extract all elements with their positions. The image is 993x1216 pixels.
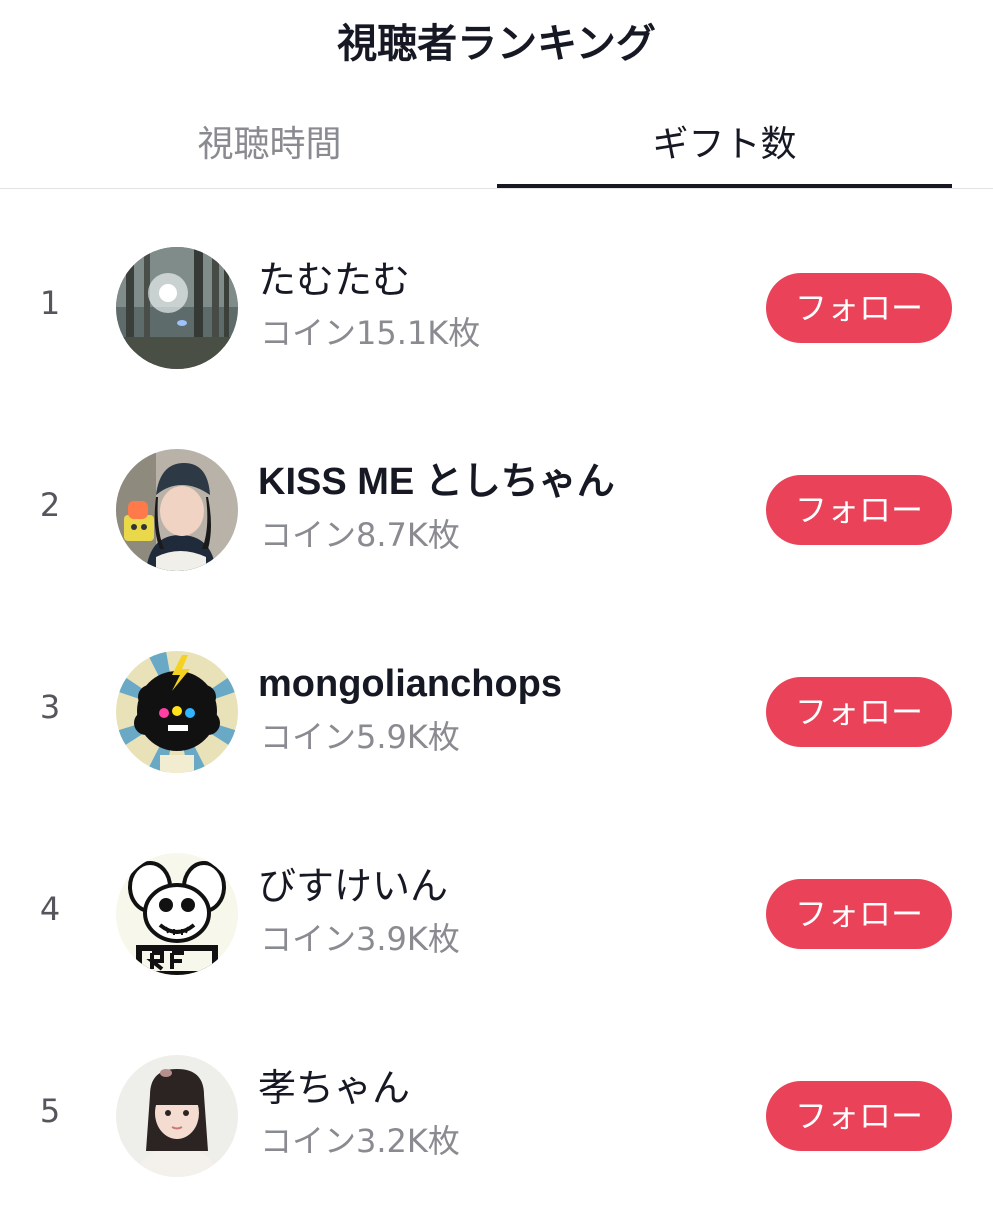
coin-count: コイン15.1K枚: [260, 314, 481, 352]
viewer-name: mongolianchops: [258, 663, 562, 705]
list-item[interactable]: 5 孝ちゃん コイン3.2K枚 フォロー: [0, 1014, 993, 1216]
follow-button[interactable]: フォロー: [766, 273, 952, 343]
avatar[interactable]: [116, 1055, 238, 1177]
viewer-name: たむたむ: [258, 258, 411, 302]
follow-button[interactable]: フォロー: [766, 677, 952, 747]
list-item[interactable]: 1 たむたむ コイン15.1K枚 フォロー: [0, 206, 993, 408]
rank-number: 3: [39, 688, 61, 726]
tab-divider: [0, 188, 993, 189]
coin-count: コイン8.7K枚: [260, 516, 460, 554]
list-item[interactable]: 4 びすけいん コイン3.9K枚 フォロー: [0, 812, 993, 1014]
follow-button[interactable]: フォロー: [766, 879, 952, 949]
avatar[interactable]: [116, 449, 238, 571]
coin-count: コイン5.9K枚: [260, 718, 460, 756]
page-title: 視聴者ランキング: [337, 21, 656, 67]
viewer-name: KISS ME としちゃん: [258, 461, 615, 503]
rank-number: 5: [39, 1092, 61, 1130]
rat-fink-illustration: [116, 853, 238, 975]
coin-count: コイン3.2K枚: [260, 1122, 460, 1160]
viewer-name: びすけいん: [258, 864, 449, 908]
woman-bangs-photo: [116, 1055, 238, 1177]
rank-number: 1: [39, 284, 61, 322]
viewer-name: 孝ちゃん: [258, 1066, 411, 1110]
forest-sunlight-photo: [116, 247, 238, 369]
follow-button[interactable]: フォロー: [766, 475, 952, 545]
woman-beanie-photo: [116, 449, 238, 571]
tab-bar: 視聴時間 ギフト数: [0, 110, 993, 190]
avatar[interactable]: [116, 853, 238, 975]
rank-number: 4: [39, 890, 61, 928]
list-item[interactable]: 2 KISS ME としちゃん コイン8.7K枚 フォロー: [0, 408, 993, 610]
coin-count: コイン3.9K枚: [260, 920, 460, 958]
rank-number: 2: [39, 486, 61, 524]
avatar[interactable]: [116, 651, 238, 773]
follow-button[interactable]: フォロー: [766, 1081, 952, 1151]
avatar[interactable]: [116, 247, 238, 369]
list-item[interactable]: 3 mongolianchops コイン5.9K枚 フォロー: [0, 610, 993, 812]
tab-watch-time[interactable]: 視聴時間: [42, 110, 497, 186]
afro-character-illustration: [116, 651, 238, 773]
tab-gift-count[interactable]: ギフト数: [497, 110, 952, 186]
